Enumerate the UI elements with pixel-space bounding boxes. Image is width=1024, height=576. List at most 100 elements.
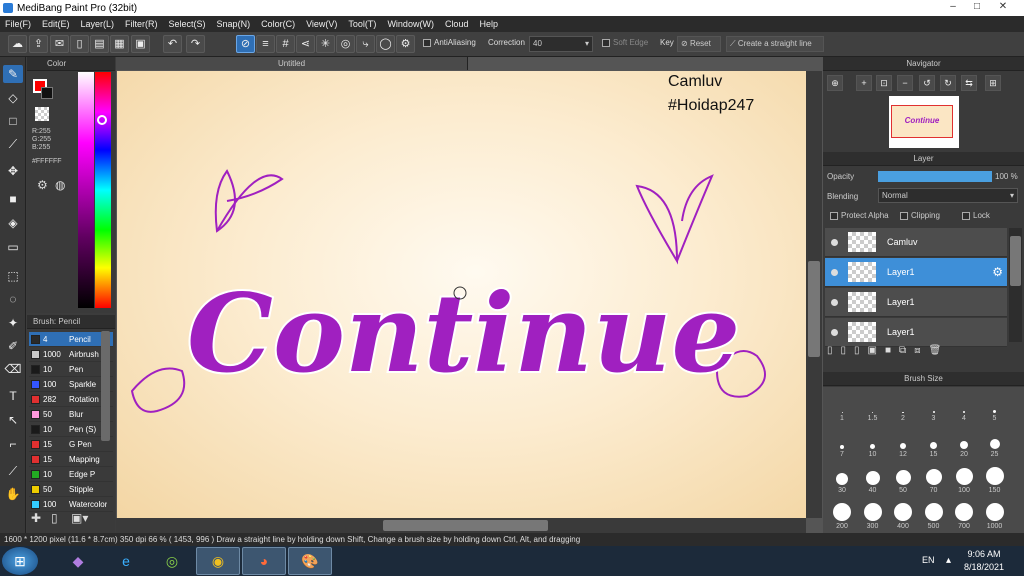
new-layer-icon[interactable]: ▯ [827, 345, 841, 356]
duplicate-layer-icon[interactable]: ⧉ [899, 345, 914, 356]
brush-size-option[interactable]: 2 [888, 392, 918, 422]
zoom-out-icon[interactable]: − [897, 75, 913, 91]
brush-size-option[interactable]: 200 [827, 500, 857, 530]
secondary-color-swatch[interactable] [41, 87, 53, 99]
menu-tool[interactable]: Tool(T) [348, 19, 376, 29]
menu-window[interactable]: Window(W) [387, 19, 434, 29]
brush-size-option[interactable]: 10 [858, 428, 888, 458]
save-icon[interactable]: ▤ [90, 35, 109, 53]
move-tool-icon[interactable]: ✥ [3, 162, 23, 180]
brush-size-option[interactable]: 400 [888, 500, 918, 530]
brush-size-option[interactable]: 1 [827, 392, 857, 422]
menu-snap[interactable]: Snap(N) [217, 19, 251, 29]
brush-menu-icon[interactable]: ▣▾ [71, 511, 88, 525]
zoom-actual-icon[interactable]: ⊡ [876, 75, 892, 91]
menu-cloud[interactable]: Cloud [445, 19, 469, 29]
fill-rect-tool-icon[interactable]: ■ [3, 190, 23, 208]
layer-row[interactable]: Layer1 [825, 318, 1007, 347]
opacity-slider[interactable] [878, 171, 992, 182]
eyedropper-tool-icon[interactable]: ⌐ [3, 435, 23, 453]
antialias-checkbox[interactable]: AntiAliasing [423, 38, 476, 47]
navigator-more-icon[interactable]: ⊞ [985, 75, 1001, 91]
close-button[interactable]: ✕ [992, 0, 1014, 14]
snap-ellipse-icon[interactable]: ◯ [376, 35, 395, 53]
cloud-icon[interactable]: ☁ [8, 35, 27, 53]
brush-size-option[interactable]: 20 [949, 428, 979, 458]
new-file-icon[interactable]: ▯ [70, 35, 89, 53]
rotate-right-icon[interactable]: ↻ [940, 75, 956, 91]
hand-tool-icon[interactable]: ✋ [3, 485, 23, 503]
layer-row[interactable]: Layer1 [825, 288, 1007, 317]
document-tab[interactable]: Untitled [116, 57, 468, 70]
vertical-scroll-thumb[interactable] [808, 261, 820, 357]
brush-size-option[interactable]: 100 [949, 464, 979, 494]
navigator-preview[interactable]: Continue [889, 96, 959, 148]
eraser-tool-icon[interactable]: ◇ [3, 89, 23, 107]
visibility-eye-icon[interactable] [831, 328, 838, 336]
add-brush-icon[interactable]: ✚ [31, 511, 41, 525]
transparent-swatch[interactable] [35, 107, 49, 121]
brush-size-option[interactable]: 300 [858, 500, 888, 530]
snap-parallel-icon[interactable]: ≡ [256, 35, 275, 53]
brush-size-option[interactable]: 30 [827, 464, 857, 494]
brush-list-scrollbar[interactable] [101, 331, 110, 441]
operation-tool-icon[interactable]: ↖ [3, 411, 23, 429]
correction-select[interactable]: 40 ▾ [529, 36, 593, 52]
clock-time[interactable]: 9:06 AM [962, 549, 1006, 559]
menu-select[interactable]: Select(S) [169, 19, 206, 29]
chrome-icon[interactable]: ◉ [196, 547, 240, 575]
gear-icon[interactable]: ⚙ [992, 265, 1003, 279]
medibang-icon[interactable]: ◕ [242, 547, 286, 575]
brush-size-option[interactable]: 25 [980, 428, 1010, 458]
brush-size-option[interactable]: 7 [827, 428, 857, 458]
reset-button[interactable]: ⊘ Reset [677, 36, 721, 52]
redo-icon[interactable]: ↷ [186, 35, 205, 53]
brush-tool-icon[interactable]: ✎ [3, 65, 23, 83]
brush-item[interactable]: 15 Mapping [29, 452, 113, 467]
palette-icon[interactable]: ⚙ [37, 178, 48, 192]
start-button[interactable]: ⊞ [2, 547, 38, 575]
brush-size-option[interactable]: 4 [949, 392, 979, 422]
zoom-in-icon[interactable]: + [856, 75, 872, 91]
hue-slider[interactable] [95, 72, 111, 308]
horizontal-scrollbar[interactable] [116, 518, 806, 533]
brush-item[interactable]: 10 Edge P [29, 467, 113, 482]
brush-item[interactable]: 50 Stipple [29, 482, 113, 497]
menu-filter[interactable]: Filter(R) [125, 19, 158, 29]
vertical-scrollbar[interactable] [806, 71, 822, 518]
blending-select[interactable]: Normal ▾ [878, 188, 1018, 203]
blend-tool-icon[interactable]: ⟋ [3, 135, 23, 153]
pen-divider-tool-icon[interactable]: ⟋ [3, 462, 23, 480]
visibility-eye-icon[interactable] [831, 238, 838, 246]
flip-icon[interactable]: ⇆ [961, 75, 977, 91]
menu-file[interactable]: File(F) [5, 19, 31, 29]
soft-edge-checkbox[interactable]: Soft Edge [602, 38, 648, 47]
internet-explorer-icon[interactable]: e [104, 547, 148, 575]
new-layer-copy-icon[interactable]: ▯ [841, 345, 855, 356]
hue-handle[interactable] [97, 115, 107, 125]
palette-add-icon[interactable]: ◍ [55, 178, 65, 192]
language-indicator[interactable]: EN [922, 555, 935, 565]
drawing-canvas[interactable]: Camluv #Hoidap247 Continue [117, 71, 806, 518]
brush-size-option[interactable]: 1.5 [858, 392, 888, 422]
brush-item[interactable]: 100 Watercolor [29, 497, 113, 512]
bucket-tool-icon[interactable]: ◈ [3, 214, 23, 232]
snap-off-icon[interactable]: ⊘ [236, 35, 255, 53]
lasso-tool-icon[interactable]: ◌ [3, 290, 23, 308]
brush-size-option[interactable]: 50 [888, 464, 918, 494]
visibility-eye-icon[interactable] [831, 268, 838, 276]
brush-size-option[interactable]: 150 [980, 464, 1010, 494]
straight-line-button[interactable]: ⟋ Create a straight line [726, 36, 824, 52]
snap-circle-icon[interactable]: ◎ [336, 35, 355, 53]
tray-arrow-icon[interactable]: ▴ [946, 555, 951, 566]
layer-row[interactable]: Camluv [825, 228, 1007, 257]
brush-size-option[interactable]: 40 [858, 464, 888, 494]
share-icon[interactable]: ⇪ [29, 35, 48, 53]
horizontal-scroll-thumb[interactable] [383, 520, 548, 531]
brush-size-option[interactable]: 12 [888, 428, 918, 458]
minimize-button[interactable]: – [942, 0, 964, 14]
folder-icon[interactable]: ■ [885, 345, 899, 356]
maximize-button[interactable]: □ [966, 0, 988, 14]
comment-icon[interactable]: ✉ [50, 35, 69, 53]
menu-layer[interactable]: Layer(L) [81, 19, 115, 29]
